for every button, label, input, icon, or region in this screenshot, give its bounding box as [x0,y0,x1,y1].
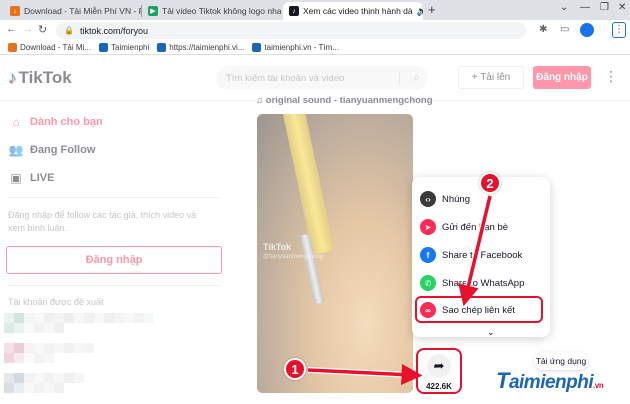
bookmark-item[interactable]: Taimienphi [99,43,149,52]
bookmark-item[interactable]: https://taimienphi.vi... [157,43,244,52]
new-tab-button[interactable]: + [428,2,436,17]
reload-icon[interactable]: ↻ [38,23,47,36]
close-window-icon[interactable]: ✕ [618,2,626,13]
bookmark-favicon-icon [252,43,262,52]
extensions-icon[interactable]: ✱ [539,24,547,35]
chevron-down-icon[interactable]: ⌄ [487,327,495,338]
share-item-send-friends[interactable]: ➤ Gửi đến bạn bè [420,219,508,235]
tab-title: Tải video Tiktok không logo nhan [162,6,282,16]
bookmark-item[interactable]: Download - Tải Mi... [8,43,91,52]
send-icon: ➤ [420,219,436,235]
embed-icon: ‹› [420,191,436,207]
maximize-icon[interactable]: ❐ [600,2,609,13]
speaker-icon: 🔊 [416,5,423,16]
profile-avatar[interactable] [580,23,594,37]
tiktok-page: ♪ TikTok Tìm kiếm tài khoản và video ⌕ +… [0,55,630,404]
step-2-badge: 2 [479,172,501,194]
step-1-badge: 1 [284,358,306,380]
browser-tab-tiktok-download[interactable]: ▶ Tải video Tiktok không logo nhan ✕ [142,2,282,20]
share-item-embed[interactable]: ‹› Nhúng [420,191,470,207]
share-item-facebook[interactable]: f Share to Facebook [420,247,522,263]
url-text: tiktok.com/foryou [79,25,148,36]
url-field[interactable]: 🔒 tiktok.com/foryou [56,22,526,39]
share-button[interactable]: ➦ 422.6K [416,348,462,394]
whatsapp-icon: ✆ [420,275,436,291]
share-item-copy-link[interactable]: ∞ Sao chép liên kết [420,302,515,318]
share-menu: ‹› Nhúng ➤ Gửi đến bạn bè f Share to Fac… [412,177,550,337]
link-icon: ∞ [420,302,436,318]
address-bar-row: ← → ↻ 🔒 tiktok.com/foryou ✱ ▭ ⋮ [0,20,630,41]
browser-tab-tiktok[interactable]: ♪ Xem các video thịnh hành dà 🔊 ✕ [283,2,423,20]
browser-tab-bar: ↓ Download - Tải Miễn Phí VN - Ph ✕ ▶ Tả… [0,0,630,20]
forward-icon[interactable]: → [22,23,33,35]
play-favicon-icon: ▶ [148,6,158,16]
bookmark-favicon-icon [157,43,167,52]
browser-menu-icon[interactable]: ⋮ [612,22,626,38]
facebook-icon: f [420,247,436,263]
bookmark-item[interactable]: taimienphi.vn - Tìm... [252,43,339,52]
back-icon[interactable]: ← [6,23,17,35]
tiktok-favicon-icon: ♪ [289,6,299,16]
download-favicon-icon: ↓ [10,6,20,16]
share-item-whatsapp[interactable]: ✆ Share to WhatsApp [420,275,524,291]
taimienphi-watermark: Taimienphi.vn [496,368,604,393]
tab-title: Download - Tải Miễn Phí VN - Ph [24,6,142,16]
bookmark-favicon-icon [99,43,108,52]
share-count: 422.6K [426,382,452,391]
lock-icon: 🔒 [64,26,74,35]
browser-tab-download[interactable]: ↓ Download - Tải Miễn Phí VN - Ph ✕ [4,2,142,20]
tab-title: Xem các video thịnh hành dà [303,6,413,16]
share-arrow-icon: ➦ [427,354,451,378]
minimize-icon[interactable]: — [580,2,590,13]
bookmarks-bar: Download - Tải Mi... Taimienphi https://… [0,41,630,55]
tab-search-icon[interactable]: ⌄ [560,2,568,13]
side-panel-icon[interactable]: ▭ [560,24,569,35]
bookmark-favicon-icon [8,43,17,52]
